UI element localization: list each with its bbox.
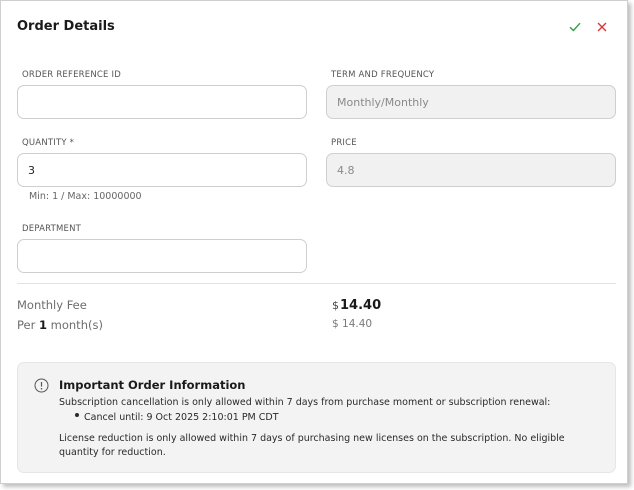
price-field: 4.8 bbox=[326, 153, 616, 187]
per-period-amount: $ 14.40 bbox=[332, 318, 373, 330]
confirm-button[interactable] bbox=[567, 19, 583, 35]
order-details-dialog: Order Details ORDER REFERENCE ID TERM AN… bbox=[0, 0, 628, 484]
order-reference-input[interactable] bbox=[17, 85, 307, 119]
check-icon bbox=[569, 22, 581, 32]
info-icon bbox=[34, 378, 49, 393]
dialog-title: Order Details bbox=[17, 19, 115, 34]
per-period-label: Per 1 month(s) bbox=[17, 318, 103, 332]
department-input[interactable] bbox=[17, 239, 307, 273]
important-info-panel: Important Order Information Subscription… bbox=[17, 362, 616, 473]
info-reduction-text: License reduction is only allowed within… bbox=[59, 433, 565, 444]
quantity-input[interactable]: 3 bbox=[17, 153, 307, 187]
info-title: Important Order Information bbox=[59, 378, 246, 392]
term-frequency-field: Monthly/Monthly bbox=[326, 85, 616, 119]
divider bbox=[17, 283, 616, 284]
close-icon bbox=[597, 22, 607, 32]
quantity-label: QUANTITY * bbox=[22, 138, 75, 148]
term-frequency-label: TERM AND FREQUENCY bbox=[331, 70, 435, 80]
cancel-button[interactable] bbox=[594, 19, 610, 35]
order-reference-label: ORDER REFERENCE ID bbox=[22, 70, 121, 80]
quantity-hint: Min: 1 / Max: 10000000 bbox=[29, 191, 142, 202]
price-label: PRICE bbox=[331, 138, 357, 148]
cancel-until-text: Cancel until: 9 Oct 2025 2:10:01 PM CDT bbox=[84, 412, 279, 423]
monthly-fee-total: $14.40 bbox=[332, 298, 382, 313]
monthly-fee-label: Monthly Fee bbox=[17, 298, 87, 312]
info-reduction-text-cont: quantity for reduction. bbox=[59, 447, 166, 458]
department-label: DEPARTMENT bbox=[22, 224, 82, 234]
info-cancellation-text: Subscription cancellation is only allowe… bbox=[59, 397, 551, 408]
